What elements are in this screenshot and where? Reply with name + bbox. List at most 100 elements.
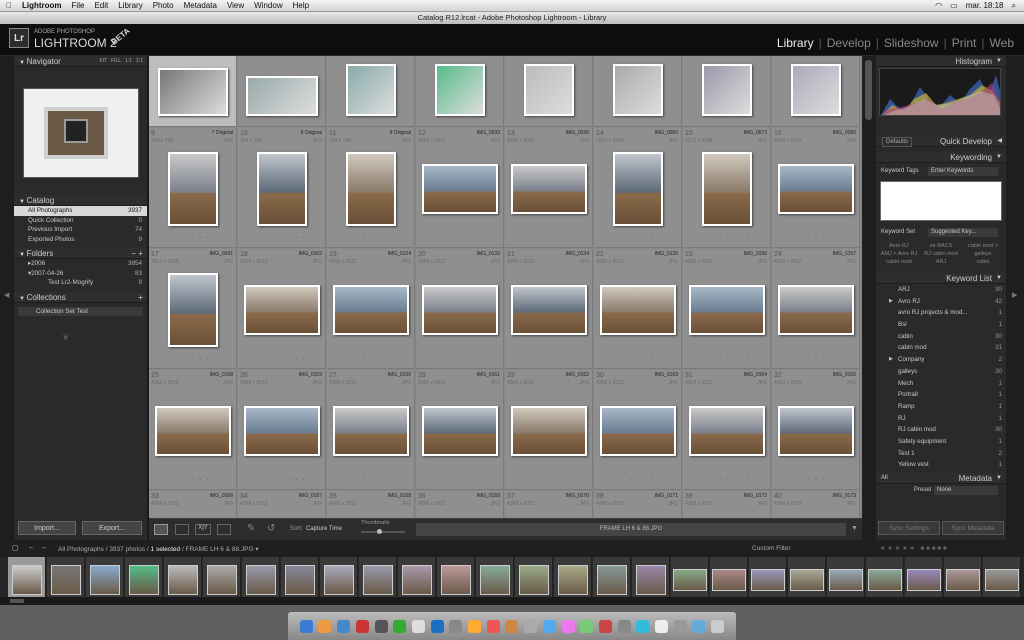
module-print[interactable]: Print: [952, 36, 977, 50]
rating-dots[interactable]: • • • • •: [808, 356, 840, 362]
keyword-list-item[interactable]: Portrait 1: [876, 389, 1006, 401]
menu-photo[interactable]: Photo: [153, 1, 174, 10]
keyword-list-item[interactable]: Ramp 1: [876, 401, 1006, 413]
grid-cell[interactable]: 19 IMG_0124 4368 x 2912 JPG • • • • •: [327, 249, 415, 369]
menu-app[interactable]: Lightroom: [22, 1, 62, 10]
photo-thumbnail[interactable]: [778, 164, 854, 214]
rating-dots[interactable]: • • • • •: [630, 235, 662, 241]
suggested-keyword[interactable]: cabin mod: [878, 259, 920, 265]
keyword-list-item[interactable]: Test 1 2: [876, 448, 1006, 460]
sort-select[interactable]: Capture Time: [306, 526, 342, 532]
photo-thumbnail[interactable]: [778, 406, 854, 456]
navigator-header[interactable]: ▼ Navigator FIT FILL 1:1 2:1: [14, 56, 147, 67]
grid-cell[interactable]: 28 IMG_0161 4368 x 2912 JPG • • • • •: [416, 370, 504, 490]
rating-dots[interactable]: • • • • •: [808, 235, 840, 241]
keyword-list-item[interactable]: Mech 1: [876, 378, 1006, 390]
grid-cell[interactable]: 13 IMG_0036 4368 x 2912 JPG • • • • •: [505, 128, 593, 248]
photo-thumbnail[interactable]: [511, 164, 587, 214]
grid-cell[interactable]: [416, 56, 504, 127]
suggested-keyword[interactable]: Avro RJ: [878, 243, 920, 249]
keyword-list-item[interactable]: RJ cabin mod 30: [876, 424, 1006, 436]
folder-2006[interactable]: ▸ 2006 3854: [14, 259, 147, 269]
dock-app-icon[interactable]: [542, 619, 556, 633]
toolbar-menu-icon[interactable]: ▼: [851, 525, 858, 532]
photo-thumbnail[interactable]: [346, 64, 396, 116]
grid-cell[interactable]: 11 9 Original 324 x 768 JPG • • • • •: [327, 128, 415, 248]
photo-thumbnail[interactable]: [791, 64, 841, 116]
left-panel-strip[interactable]: ◀: [0, 56, 14, 540]
photo-thumbnail[interactable]: [155, 406, 231, 456]
suggested-keyword[interactable]: AMJ > Avro RJ: [878, 251, 920, 257]
folders-add-icon[interactable]: − +: [131, 248, 143, 259]
rating-dots[interactable]: • • • • •: [363, 356, 395, 362]
grid-cell[interactable]: [505, 56, 593, 127]
scroll-thumb[interactable]: [865, 60, 872, 120]
photo-thumbnail[interactable]: [168, 273, 218, 347]
compare-view-icon[interactable]: X|Y: [195, 524, 211, 535]
folders-header[interactable]: ▼ Folders − +: [14, 248, 147, 259]
photo-thumbnail[interactable]: [168, 152, 218, 226]
photo-thumbnail[interactable]: [158, 68, 228, 116]
rating-dots[interactable]: • • • • •: [452, 356, 484, 362]
grid-cell[interactable]: 31 IMG_0164 4368 x 2912 JPG • • • • •: [683, 370, 771, 490]
photo-thumbnail[interactable]: [333, 285, 409, 335]
photo-thumbnail[interactable]: [778, 285, 854, 335]
photo-thumbnail[interactable]: [246, 76, 318, 116]
keyword-text-area[interactable]: [880, 181, 1002, 221]
dock-app-icon[interactable]: [318, 619, 332, 633]
collections-header[interactable]: ▼ Collections +: [14, 291, 147, 303]
zoom-2-1[interactable]: 2:1: [136, 56, 143, 67]
filmstrip-scroll-thumb[interactable]: [10, 599, 24, 603]
keywording-header[interactable]: Keywording ▼: [876, 152, 1006, 163]
rating-dots[interactable]: • • • • •: [719, 235, 751, 241]
suggested-keyword[interactable]: ex-BACX: [920, 243, 962, 249]
photo-thumbnail[interactable]: [346, 152, 396, 226]
back-arrow-icon[interactable]: ←: [28, 544, 35, 551]
folder-2007-04-26[interactable]: ▾ 2007-04-26 83: [14, 269, 147, 279]
photo-thumbnail[interactable]: [613, 152, 663, 226]
dock-app-icon[interactable]: [524, 619, 538, 633]
rating-dots[interactable]: • • • • •: [185, 477, 217, 483]
histogram-header[interactable]: Histogram ▼: [876, 56, 1006, 67]
keyword-list-item[interactable]: galleys 30: [876, 366, 1006, 378]
export-button[interactable]: Export...: [82, 521, 142, 535]
grid-cell[interactable]: 22 IMG_0135 4368 x 2912 JPG • • • • •: [594, 249, 682, 369]
import-button[interactable]: Import...: [18, 521, 76, 535]
keyword-list-item[interactable]: avro RJ projects & mod... 1: [876, 307, 1006, 319]
folder-test-lr2[interactable]: Test Lr2-Mogrify 9: [14, 278, 147, 288]
grid-view-icon[interactable]: [154, 524, 168, 535]
photo-thumbnail[interactable]: [435, 64, 485, 116]
module-library[interactable]: Library: [777, 36, 814, 50]
photo-thumbnail[interactable]: [702, 64, 752, 116]
dock-app-icon[interactable]: [486, 619, 500, 633]
grid-scrollbar[interactable]: [862, 56, 876, 540]
menu-library[interactable]: Library: [118, 1, 142, 10]
keyword-list-item[interactable]: cabin mod 31: [876, 342, 1006, 354]
expand-icon[interactable]: ▶: [889, 354, 893, 366]
photo-thumbnail[interactable]: [600, 285, 676, 335]
photo-thumbnail[interactable]: [333, 406, 409, 456]
zoom-fill[interactable]: FILL: [111, 56, 121, 67]
dock-app-icon[interactable]: [299, 619, 313, 633]
wifi-icon[interactable]: ◠: [935, 1, 942, 11]
rating-dots[interactable]: • • • • •: [363, 235, 395, 241]
metadata-header[interactable]: All Metadata ▼: [876, 473, 1006, 484]
keyword-list-item[interactable]: Bsl 1: [876, 319, 1006, 331]
catalog-item-exported[interactable]: Exported Photos 9: [14, 235, 147, 245]
grid-cell[interactable]: 23 IMG_0156 4368 x 2912 JPG • • • • •: [683, 249, 771, 369]
rating-dots[interactable]: • • • • •: [630, 477, 662, 483]
grid-cell[interactable]: 16 IMG_0080 4368 x 2912 JPG • • • • •: [772, 128, 860, 248]
photo-thumbnail[interactable]: [244, 406, 320, 456]
metadata-filter[interactable]: All: [881, 473, 888, 484]
navigator-preview[interactable]: [23, 88, 139, 178]
dock-app-icon[interactable]: [598, 619, 612, 633]
module-web[interactable]: Web: [990, 36, 1014, 50]
filmstrip-path[interactable]: All Photographs / 3937 photos / 1 select…: [58, 545, 259, 553]
grid-cell[interactable]: [772, 56, 860, 127]
filmstrip-filter-select[interactable]: Custom Filter: [752, 545, 791, 552]
keyword-list-item[interactable]: Yellow vest 1: [876, 459, 1006, 471]
quick-develop-preset[interactable]: Defaults: [882, 137, 913, 147]
catalog-header[interactable]: ▼ Catalog: [14, 195, 147, 206]
survey-view-icon[interactable]: [217, 524, 231, 535]
grid-cell[interactable]: 21 IMG_0134 4368 x 2912 JPG • • • • •: [505, 249, 593, 369]
